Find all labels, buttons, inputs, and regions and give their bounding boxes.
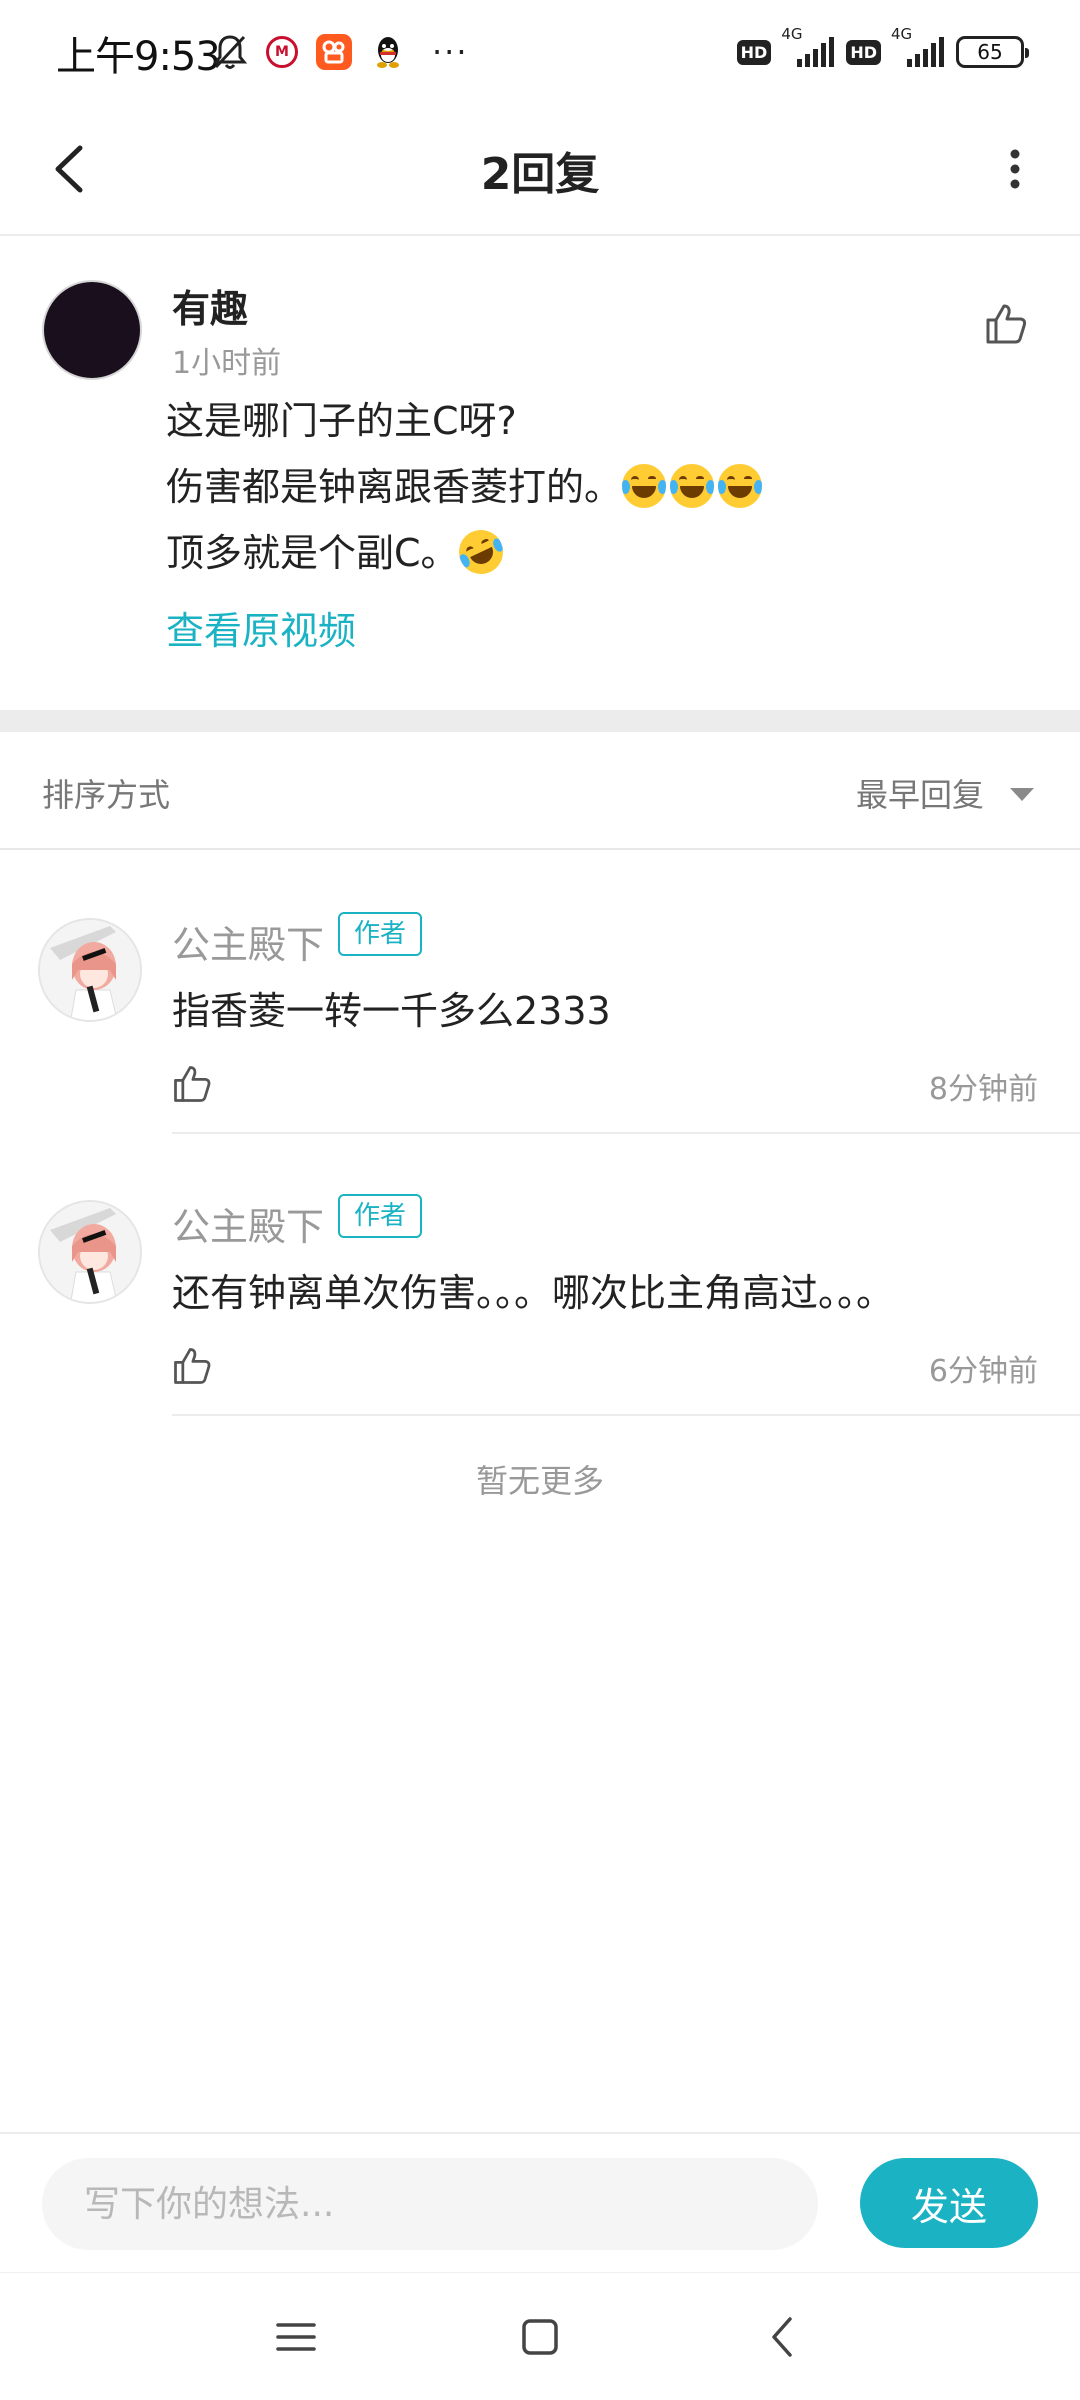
- thumbs-up-icon[interactable]: [982, 300, 1030, 348]
- caret-down-icon[interactable]: [1010, 788, 1034, 801]
- battery-level: 65: [977, 40, 1003, 64]
- sort-bar: 排序方式 最早回复: [0, 732, 1080, 850]
- bank-app-icon: M: [266, 36, 298, 68]
- rolling-laughing-emoji-icon: [451, 522, 510, 582]
- comment-time: 1小时前: [172, 346, 282, 381]
- back-icon[interactable]: [754, 2307, 814, 2367]
- status-bar: 上午9:53 M ··· HD 4G HD 4G 65: [0, 0, 1080, 104]
- author-badge: 作者: [338, 1194, 422, 1238]
- reply-time: 8分钟前: [928, 1072, 1038, 1107]
- system-navigation-bar: [0, 2272, 1080, 2400]
- battery-icon: 65: [956, 36, 1029, 68]
- kuaishou-app-icon: [316, 34, 352, 70]
- laughing-tears-emoji-icon: [622, 464, 667, 508]
- sort-label: 排序方式: [42, 776, 171, 814]
- laughing-tears-emoji-icon: [718, 464, 763, 508]
- reply-time: 6分钟前: [928, 1354, 1038, 1389]
- reply-username[interactable]: 公主殿下: [172, 1196, 324, 1251]
- reply-content: 指香菱一转一千多么2333: [172, 989, 611, 1033]
- section-divider: [0, 710, 1080, 732]
- thumbs-up-icon[interactable]: [170, 1344, 214, 1388]
- sort-dropdown[interactable]: 最早回复: [856, 770, 984, 816]
- reply-item: 公主殿下 作者 还有钟离单次伤害。。。哪次比主角高过。。。 6分钟前: [0, 1134, 1080, 1416]
- more-vertical-icon[interactable]: [980, 134, 1050, 204]
- reply-username[interactable]: 公主殿下: [172, 914, 324, 969]
- comment-input[interactable]: [42, 2158, 818, 2250]
- status-time: 上午9:53: [56, 34, 221, 80]
- menu-icon[interactable]: [266, 2307, 326, 2367]
- comment-line: 这是哪门子的主C呀?: [166, 399, 517, 443]
- avatar[interactable]: [42, 280, 142, 380]
- send-button[interactable]: 发送: [860, 2158, 1038, 2248]
- hd-voice-icon: HD: [736, 39, 772, 65]
- thumbs-up-icon[interactable]: [170, 1062, 214, 1106]
- status-notification-icons: M ···: [212, 30, 469, 74]
- avatar[interactable]: [38, 918, 142, 1022]
- bell-off-icon: [212, 35, 248, 69]
- comment-input-bar: 发送: [0, 2132, 1080, 2272]
- reply-content: 还有钟离单次伤害。。。哪次比主角高过。。。: [172, 1271, 895, 1315]
- laughing-tears-emoji-icon: [670, 464, 715, 508]
- status-system-icons: HD 4G HD 4G 65: [736, 25, 1029, 74]
- comment-line-with-emoji: 伤害都是钟离跟香菱打的。: [166, 454, 1026, 520]
- top-nav-bar: 2回复: [0, 104, 1080, 236]
- main-comment: 有趣 1小时前 这是哪门子的主C呀? 伤害都是钟离跟香菱打的。 顶多就是个副C。…: [0, 238, 1080, 708]
- signal-icon-2: 4G: [891, 25, 944, 67]
- view-original-video-link[interactable]: 查看原视频: [166, 600, 356, 655]
- reply-divider: [172, 1414, 1080, 1416]
- reply-item: 公主殿下 作者 指香菱一转一千多么2333 8分钟前: [0, 852, 1080, 1134]
- hd-voice-icon-2: HD: [846, 39, 881, 65]
- more-notifications-icon: ···: [432, 33, 469, 71]
- qq-app-icon: [370, 34, 406, 70]
- avatar[interactable]: [38, 1200, 142, 1304]
- signal-icon: 4G: [781, 25, 835, 67]
- page-title: 2回复: [480, 149, 600, 200]
- author-badge: 作者: [338, 912, 422, 956]
- no-more-label: 暂无更多: [475, 1462, 604, 1500]
- comment-line-with-emoji: 顶多就是个副C。: [166, 520, 1026, 586]
- comment-content: 这是哪门子的主C呀? 伤害都是钟离跟香菱打的。 顶多就是个副C。: [166, 388, 1026, 586]
- comment-username[interactable]: 有趣: [172, 278, 248, 333]
- home-icon[interactable]: [510, 2307, 570, 2367]
